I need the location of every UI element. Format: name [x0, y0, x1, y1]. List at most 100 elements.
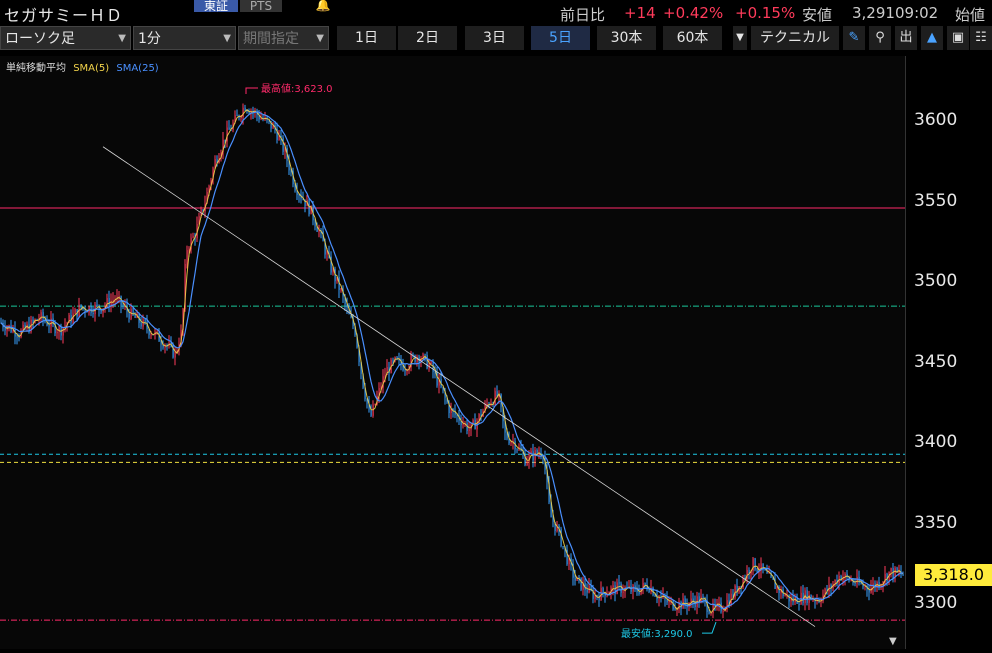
- timeframe-3d[interactable]: 3日: [465, 26, 525, 50]
- high-marker: [245, 87, 258, 94]
- candle-body: [62, 327, 64, 336]
- chart-type-select[interactable]: ローソク足 ▼: [0, 26, 131, 50]
- candle-body: [496, 391, 498, 396]
- interval-select[interactable]: 1分 ▼: [133, 26, 236, 50]
- draw-pen-icon[interactable]: ✎: [843, 26, 865, 50]
- tab-tse[interactable]: 東証: [194, 0, 238, 12]
- candle-body: [612, 585, 614, 588]
- candle-body: [708, 611, 710, 614]
- candle-body: [756, 569, 758, 572]
- timeframe-1d[interactable]: 1日: [337, 26, 397, 50]
- candle-body: [228, 127, 230, 130]
- candle-body: [560, 528, 562, 547]
- candle-body: [798, 603, 800, 605]
- candle-body: [282, 137, 284, 152]
- low-label: 最安値:3,290.0: [621, 627, 693, 640]
- candle-body: [644, 582, 646, 586]
- save-icon[interactable]: ▣: [947, 26, 969, 50]
- candle-body: [56, 332, 58, 334]
- timeframe-2d[interactable]: 2日: [398, 26, 458, 50]
- technical-button[interactable]: テクニカル: [751, 26, 839, 50]
- candle-body: [140, 322, 142, 327]
- interval-value: 1分: [138, 31, 161, 47]
- candle-body: [112, 299, 114, 301]
- candle-body: [654, 595, 656, 597]
- candle-body: [242, 107, 244, 118]
- candle-body: [32, 319, 34, 322]
- candle-body: [92, 312, 94, 315]
- candle-body: [902, 574, 904, 576]
- chevron-down-icon: ▼: [316, 33, 324, 44]
- candle-body: [734, 585, 736, 598]
- candle-body: [784, 595, 786, 597]
- header-bar: セガサミーＨＤ 東証 PTS 🔔 前日比 +14 +0.42% +0.15% 安…: [0, 0, 992, 25]
- chevron-down-icon: ▼: [118, 33, 126, 44]
- chevron-down-icon: ▼: [223, 33, 231, 44]
- bell-icon[interactable]: 🔔: [312, 0, 334, 12]
- timeframe-60bars[interactable]: 60本: [663, 26, 723, 50]
- candle-body: [424, 354, 426, 356]
- candle-body: [16, 336, 18, 338]
- time: 09:02: [895, 4, 939, 22]
- legend-sma25: SMA(25): [116, 63, 159, 74]
- volume-out-button[interactable]: 出: [895, 26, 917, 50]
- candle-body: [702, 596, 704, 599]
- settings-icon[interactable]: ☷: [970, 26, 992, 50]
- candle-body: [236, 115, 238, 117]
- price-tick-label: 3300: [914, 593, 958, 613]
- chart-type-value: ローソク足: [5, 31, 75, 47]
- candle-body: [486, 403, 488, 405]
- candle-body: [898, 571, 900, 573]
- candle-body: [620, 583, 622, 593]
- candle-body: [80, 304, 82, 308]
- scroll-down-icon[interactable]: ▼: [889, 636, 897, 647]
- candle-body: [526, 461, 528, 466]
- candle-body: [586, 589, 588, 593]
- candle-body: [674, 609, 676, 611]
- candle-body: [574, 577, 576, 581]
- candle-body: [318, 230, 320, 232]
- sma5-line: [0, 109, 904, 614]
- timeframe-5d[interactable]: 5日: [531, 26, 591, 50]
- candle-body: [648, 589, 650, 592]
- chart-plot-area[interactable]: 最高値:3,623.0 最安値:3,290.0: [0, 56, 905, 649]
- indicator-legend: 単純移動平均 SMA(5) SMA(25): [6, 59, 163, 74]
- candle-body: [186, 250, 188, 264]
- sma25-line: [0, 111, 904, 610]
- candle-body: [754, 558, 756, 570]
- candle-body: [426, 354, 428, 369]
- chevron-down-icon[interactable]: ▼: [733, 26, 747, 50]
- chart-toolbar: ローソク足 ▼ 1分 ▼ 期間指定 ▼ 1日 2日 3日 5日 30本 60本 …: [0, 26, 992, 52]
- area-chart-icon[interactable]: ▲: [921, 26, 943, 50]
- candle-body: [144, 319, 146, 323]
- tab-pts[interactable]: PTS: [240, 0, 282, 12]
- legend-sma5: SMA(5): [73, 63, 110, 74]
- zoom-icon[interactable]: ⚲: [869, 26, 891, 50]
- candle-body: [516, 449, 518, 451]
- price-tick-label: 3500: [914, 271, 958, 291]
- change-value: +14: [624, 4, 656, 22]
- candle-body: [638, 591, 640, 594]
- candle-body: [788, 594, 790, 602]
- candle-body: [854, 582, 856, 584]
- period-value: 期間指定: [243, 31, 299, 47]
- candle-body: [340, 289, 342, 291]
- low-marker: [702, 621, 717, 634]
- legend-sma-title: 単純移動平均: [6, 63, 66, 74]
- candle-body: [812, 599, 814, 601]
- candle-body: [634, 585, 636, 588]
- price-tick-label: 3450: [914, 351, 958, 372]
- candle-body: [278, 136, 280, 141]
- price-tick-label: 3400: [914, 432, 958, 452]
- stock-title: セガサミーＨＤ: [4, 6, 124, 25]
- price-tick-label: 3600: [914, 110, 958, 130]
- candle-body: [580, 577, 582, 590]
- change-pct: +0.42%: [663, 4, 724, 22]
- timeframe-30bars[interactable]: 30本: [597, 26, 657, 50]
- candle-body: [718, 602, 720, 604]
- candle-body: [244, 107, 246, 111]
- candle-body: [472, 419, 474, 424]
- price-tick-label: 3550: [914, 190, 958, 211]
- candle-body: [536, 450, 538, 454]
- period-select[interactable]: 期間指定 ▼: [238, 26, 329, 50]
